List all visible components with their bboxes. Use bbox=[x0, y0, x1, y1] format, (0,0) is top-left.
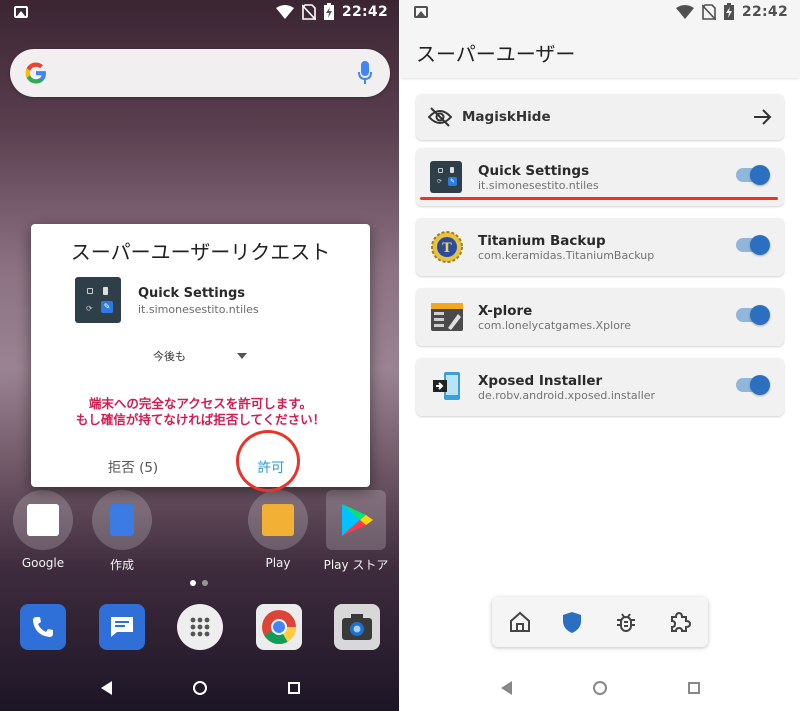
duration-dropdown[interactable]: 今後も bbox=[153, 348, 247, 366]
magiskhide-row[interactable]: MagiskHide bbox=[416, 94, 784, 140]
shield-icon[interactable] bbox=[560, 610, 584, 634]
page-indicator bbox=[190, 580, 208, 586]
x-plore-icon bbox=[431, 303, 463, 331]
titanium-backup-icon: T bbox=[431, 231, 463, 263]
magiskhide-label: MagiskHide bbox=[462, 109, 551, 125]
play-store-icon bbox=[326, 490, 386, 550]
image-icon bbox=[14, 6, 28, 18]
home-app-label: 作成 bbox=[109, 558, 134, 572]
superuser-toggle[interactable] bbox=[736, 165, 770, 185]
recents-icon[interactable] bbox=[287, 682, 300, 694]
page-title: スーパーユーザー bbox=[416, 42, 576, 66]
bottom-navigation bbox=[492, 597, 708, 647]
play-app-icon bbox=[248, 490, 308, 550]
app-drawer-icon[interactable] bbox=[177, 604, 223, 650]
google-app-icon bbox=[13, 490, 73, 550]
app-name: Titanium Backup bbox=[478, 233, 606, 249]
no-sim-icon bbox=[701, 3, 716, 20]
status-system-icons: 22:42 bbox=[675, 3, 788, 20]
app-row-xposed-installer[interactable]: Xposed Installer de.robv.android.xposed.… bbox=[416, 358, 784, 416]
status-bar: 22:42 bbox=[0, 0, 400, 26]
chrome-icon[interactable] bbox=[256, 604, 302, 650]
wifi-icon bbox=[675, 4, 694, 19]
app-package: com.keramidas.TitaniumBackup bbox=[478, 249, 655, 262]
status-time: 22:42 bbox=[741, 3, 788, 20]
app-bar: スーパーユーザー bbox=[400, 26, 800, 78]
puzzle-icon[interactable] bbox=[668, 610, 692, 634]
quick-settings-app-icon: ⟳ ✎ bbox=[430, 161, 462, 193]
eye-off-icon bbox=[428, 107, 452, 127]
home-app-docs[interactable]: 作成 bbox=[87, 490, 157, 573]
highlight-underline bbox=[420, 197, 778, 200]
wifi-icon bbox=[275, 4, 294, 19]
home-screen: 22:42 Google 作成 Play Play ストア スーパーユーザーリク… bbox=[0, 0, 400, 711]
app-package: com.lonelycatgames.Xplore bbox=[478, 319, 631, 332]
magisk-superuser-screen: 22:42 スーパーユーザー MagiskHide ⟳ ✎ Quick Sett… bbox=[400, 0, 800, 711]
home-app-label: Google bbox=[21, 556, 65, 570]
svg-text:T: T bbox=[442, 241, 452, 256]
xposed-installer-icon bbox=[433, 372, 460, 400]
status-time: 22:42 bbox=[341, 3, 388, 20]
bug-icon[interactable] bbox=[614, 610, 638, 634]
home-button-icon[interactable] bbox=[592, 681, 607, 695]
arrow-right-icon bbox=[754, 109, 772, 125]
duration-value: 今後も bbox=[153, 350, 186, 363]
google-g-icon bbox=[25, 62, 46, 84]
app-package: de.robv.android.xposed.installer bbox=[478, 389, 656, 402]
status-bar: 22:42 bbox=[400, 0, 800, 26]
home-app-play[interactable]: Play bbox=[243, 490, 313, 570]
mic-icon[interactable] bbox=[358, 61, 372, 85]
back-icon[interactable] bbox=[500, 681, 512, 695]
google-search-bar[interactable] bbox=[10, 49, 390, 97]
request-app-package: it.simonesestito.ntiles bbox=[138, 303, 259, 316]
app-name: X-plore bbox=[478, 303, 533, 319]
no-sim-icon bbox=[301, 3, 316, 20]
home-icon[interactable] bbox=[508, 610, 532, 634]
battery-charging-icon bbox=[323, 3, 334, 20]
dialog-title: スーパーユーザーリクエスト bbox=[70, 240, 331, 264]
home-app-label: Play ストア bbox=[323, 558, 389, 572]
app-row-titanium-backup[interactable]: T Titanium Backup com.keramidas.Titanium… bbox=[416, 218, 784, 276]
deny-button[interactable]: 拒否 (5) bbox=[93, 456, 173, 476]
app-name: Xposed Installer bbox=[478, 373, 603, 389]
request-app-name: Quick Settings bbox=[138, 286, 246, 301]
warning-text-line2: もし確信が持てなければ拒否してください！ bbox=[75, 412, 326, 427]
messages-icon[interactable] bbox=[99, 604, 145, 650]
status-system-icons: 22:42 bbox=[275, 3, 388, 20]
app-row-x-plore[interactable]: X-plore com.lonelycatgames.Xplore bbox=[416, 288, 784, 346]
back-icon[interactable] bbox=[100, 681, 112, 695]
phone-icon[interactable] bbox=[20, 604, 66, 650]
home-app-google[interactable]: Google bbox=[8, 490, 78, 570]
recents-icon[interactable] bbox=[687, 682, 700, 694]
battery-charging-icon bbox=[723, 3, 734, 20]
home-button-icon[interactable] bbox=[192, 681, 207, 695]
superuser-toggle[interactable] bbox=[736, 235, 770, 255]
home-app-play-store[interactable]: Play ストア bbox=[321, 490, 391, 573]
superuser-toggle[interactable] bbox=[736, 375, 770, 395]
superuser-request-dialog: スーパーユーザーリクエスト ⟳ ✎ Quick Settings it.simon… bbox=[31, 224, 370, 487]
superuser-toggle[interactable] bbox=[736, 305, 770, 325]
app-package: it.simonesestito.ntiles bbox=[478, 179, 599, 192]
navigation-bar bbox=[0, 660, 400, 711]
highlight-circle bbox=[236, 430, 300, 492]
image-icon bbox=[414, 6, 428, 18]
app-name: Quick Settings bbox=[478, 163, 590, 179]
home-app-label: Play bbox=[265, 556, 291, 570]
navigation-bar bbox=[400, 660, 800, 711]
quick-settings-app-icon: ⟳ ✎ bbox=[75, 277, 121, 323]
docs-app-icon bbox=[92, 490, 152, 550]
camera-icon[interactable] bbox=[334, 604, 380, 650]
dropdown-arrow-icon bbox=[237, 353, 247, 359]
